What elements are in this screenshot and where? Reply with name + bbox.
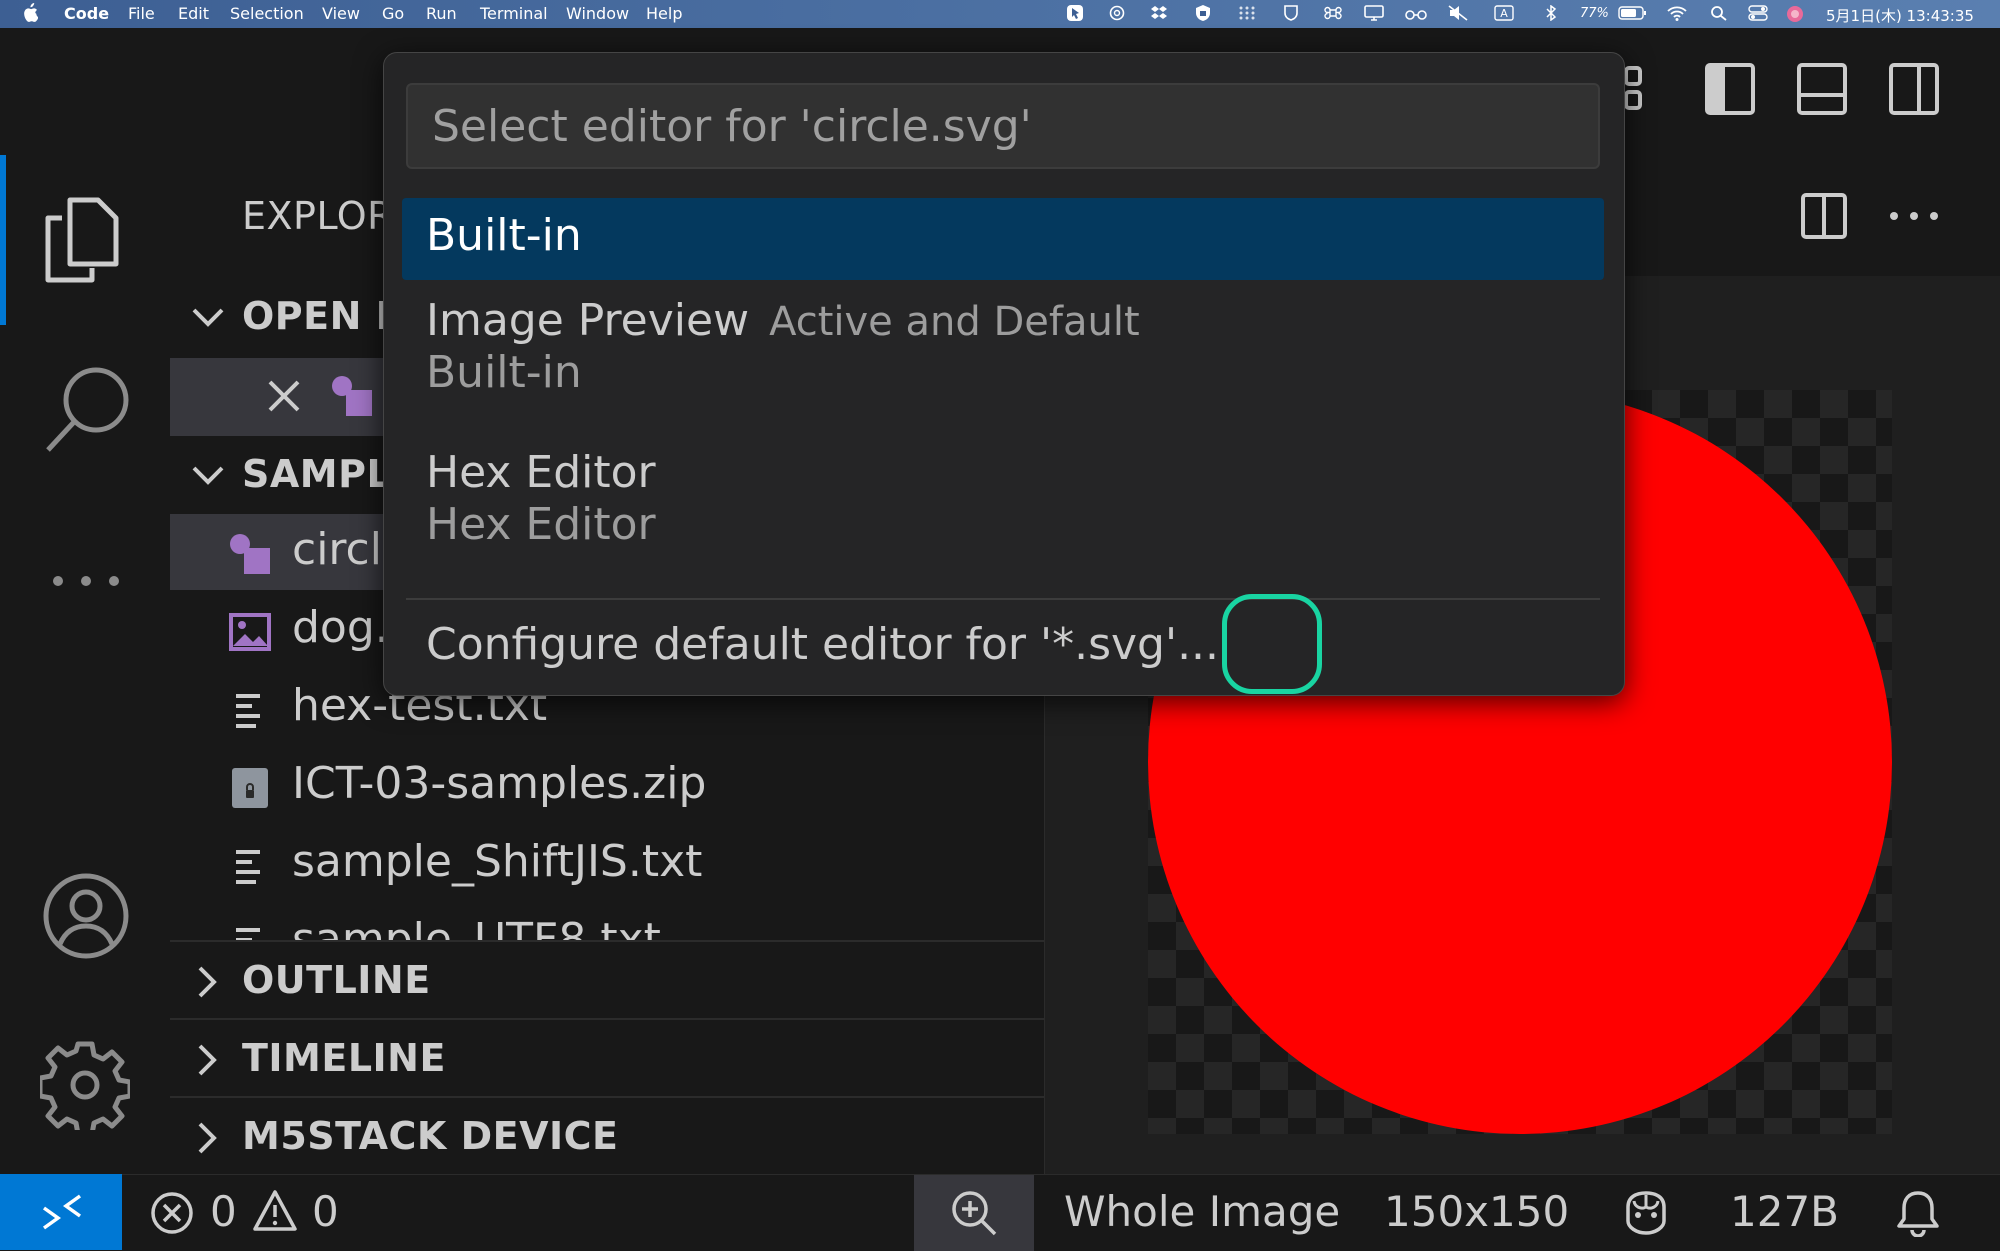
- outline-header[interactable]: OUTLINE: [242, 958, 431, 1002]
- menu-terminal[interactable]: Terminal: [480, 4, 548, 23]
- zoom-mode[interactable]: Whole Image: [1064, 1187, 1340, 1236]
- quick-pick-item-detail: Hex Editor: [426, 499, 656, 550]
- quick-pick-item-label: Built-in: [426, 210, 582, 261]
- command-key-icon[interactable]: [1324, 5, 1342, 21]
- m5stack-device-header[interactable]: M5STACK DEVICE: [242, 1114, 618, 1158]
- quick-pick-item-image-preview[interactable]: Image Preview Active and Default Built-in: [402, 285, 1604, 415]
- toggle-secondary-sidebar-icon[interactable]: [1888, 62, 1940, 116]
- quick-pick-item-description: Active and Default: [769, 299, 1140, 345]
- zoom-in-icon: [950, 1189, 998, 1237]
- menu-edit[interactable]: Edit: [178, 4, 209, 23]
- quick-pick-item-label: Image Preview: [426, 295, 750, 346]
- copilot-icon[interactable]: [1620, 1189, 1672, 1237]
- menu-view[interactable]: View: [322, 4, 360, 23]
- cursor-app-icon[interactable]: [1066, 5, 1084, 21]
- error-count[interactable]: 0: [210, 1187, 237, 1236]
- quick-pick-item-label: Hex Editor: [426, 447, 656, 498]
- quick-pick-item-hex-editor[interactable]: Hex Editor Hex Editor: [402, 441, 1604, 571]
- display-icon[interactable]: [1364, 5, 1384, 21]
- svg-text:A: A: [1500, 7, 1508, 20]
- cursor-focus-indicator: [1222, 594, 1322, 694]
- text-file-icon: [228, 688, 272, 732]
- quick-pick-item-label-row: Image Preview Active and Default: [426, 295, 1140, 346]
- chevron-down-icon[interactable]: [188, 456, 228, 496]
- openai-icon[interactable]: [1108, 5, 1126, 21]
- menu-help[interactable]: Help: [646, 4, 682, 23]
- image-dimensions[interactable]: 150x150: [1384, 1187, 1569, 1236]
- warning-count[interactable]: 0: [312, 1187, 339, 1236]
- chevron-down-icon[interactable]: [188, 298, 228, 338]
- notifications-bell-icon[interactable]: [1896, 1189, 1940, 1237]
- file-name: sample_ShiftJIS.txt: [292, 836, 703, 887]
- toggle-primary-sidebar-icon[interactable]: [1704, 62, 1756, 116]
- settings-gear-icon[interactable]: [40, 1040, 130, 1130]
- system-menubar: Code File Edit Selection View Go Run Ter…: [0, 0, 2000, 28]
- svg-file-icon: [228, 532, 272, 576]
- dropbox-icon[interactable]: [1150, 5, 1168, 21]
- apple-icon[interactable]: [22, 3, 38, 22]
- quick-pick-item-detail: Built-in: [426, 347, 582, 398]
- menu-app-name[interactable]: Code: [64, 4, 109, 23]
- quick-pick-input-wrapper: [406, 83, 1600, 169]
- file-item-sample-shiftjis-txt[interactable]: sample_ShiftJIS.txt: [170, 826, 1044, 902]
- menu-run[interactable]: Run: [426, 4, 457, 23]
- image-file-icon: [228, 610, 272, 654]
- editor-more-actions-icon[interactable]: [1888, 210, 1940, 222]
- wifi-icon[interactable]: [1666, 5, 1688, 21]
- toggle-panel-icon[interactable]: [1796, 62, 1848, 116]
- menu-go[interactable]: Go: [382, 4, 404, 23]
- file-size[interactable]: 127B: [1730, 1187, 1839, 1236]
- remote-indicator[interactable]: [0, 1174, 122, 1250]
- quick-pick-input[interactable]: [408, 85, 1598, 167]
- siri-icon[interactable]: [1786, 5, 1804, 22]
- chevron-right-icon[interactable]: [188, 1118, 228, 1158]
- text-file-icon: [228, 844, 272, 888]
- warning-icon[interactable]: [252, 1189, 298, 1233]
- menu-file[interactable]: File: [128, 4, 155, 23]
- zip-file-icon: [228, 766, 272, 810]
- close-icon[interactable]: [266, 378, 302, 414]
- input-source-icon[interactable]: A: [1494, 5, 1514, 21]
- shield-app-icon[interactable]: [1194, 5, 1212, 21]
- customize-layout-icon[interactable]: [1624, 64, 1666, 116]
- timeline-header[interactable]: TIMELINE: [242, 1036, 446, 1080]
- chevron-right-icon[interactable]: [188, 1040, 228, 1080]
- glasses-icon[interactable]: [1404, 5, 1427, 21]
- battery-icon[interactable]: [1618, 5, 1648, 21]
- split-editor-icon[interactable]: [1800, 192, 1848, 240]
- menubar-clock: 5月1日(木) 13:43:35: [1826, 7, 1974, 25]
- file-name: ICT-03-samples.zip: [292, 758, 707, 809]
- zoom-button[interactable]: [914, 1175, 1034, 1251]
- section-divider: [170, 1018, 1044, 1020]
- menu-window[interactable]: Window: [566, 4, 629, 23]
- mute-icon[interactable]: [1448, 5, 1468, 21]
- error-icon[interactable]: [150, 1191, 194, 1235]
- editor-quick-pick: Built-in Image Preview Active and Default…: [383, 52, 1625, 696]
- search-icon[interactable]: [44, 364, 130, 454]
- control-center-icon[interactable]: [1748, 5, 1768, 21]
- section-divider: [170, 1096, 1044, 1098]
- section-divider: [170, 940, 1044, 942]
- quick-pick-item-configure-default[interactable]: Configure default editor for '*.svg'...: [402, 613, 1604, 685]
- quick-pick-separator: [406, 598, 1600, 600]
- svg-file-icon: [330, 374, 374, 418]
- menu-selection[interactable]: Selection: [230, 4, 304, 23]
- more-views-icon[interactable]: [52, 574, 122, 588]
- chevron-right-icon[interactable]: [188, 962, 228, 1002]
- status-bar: 0 0 Whole Image 150x150 127B: [0, 1174, 2000, 1251]
- bluetooth-icon[interactable]: [1544, 5, 1562, 21]
- grid-dots-icon[interactable]: [1238, 5, 1256, 21]
- explorer-files-icon[interactable]: [42, 196, 122, 284]
- quick-pick-item-label: Configure default editor for '*.svg'...: [426, 619, 1220, 670]
- file-item-ict-samples-zip[interactable]: ICT-03-samples.zip: [170, 748, 1044, 824]
- battery-percent: 77%: [1580, 6, 1609, 21]
- account-icon[interactable]: [42, 872, 130, 960]
- remote-connection-icon: [40, 1188, 84, 1236]
- active-view-indicator: [0, 155, 6, 325]
- spotlight-search-icon[interactable]: [1710, 5, 1728, 21]
- bitwarden-icon[interactable]: [1282, 5, 1300, 21]
- quick-pick-item-built-in[interactable]: Built-in: [402, 198, 1604, 280]
